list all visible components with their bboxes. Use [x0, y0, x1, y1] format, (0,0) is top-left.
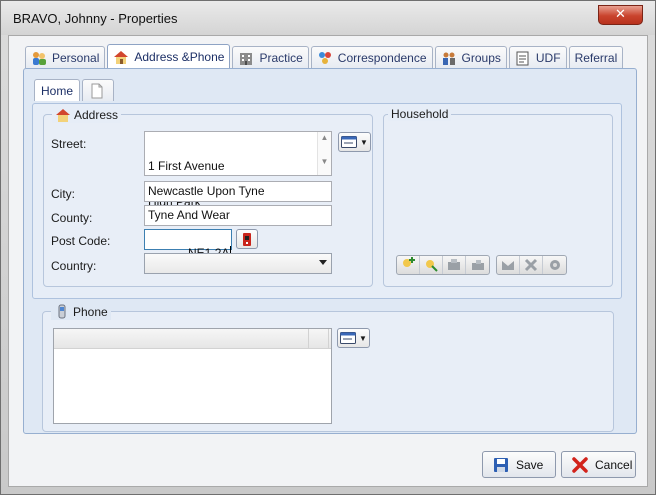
cancel-label: Cancel: [595, 457, 633, 472]
blank-page-icon: [89, 83, 105, 99]
tab-address-phone[interactable]: Address &Phone: [107, 44, 231, 68]
postcode-lookup-button[interactable]: [236, 229, 258, 249]
settings-member-button[interactable]: [543, 256, 566, 274]
street-line-1: 1 First Avenue: [148, 159, 225, 173]
address-subtabs: Home: [34, 79, 116, 101]
postcode-lookup-icon: [243, 232, 251, 246]
save-button[interactable]: Save: [482, 451, 556, 478]
main-tabs: Personal Address &Phone Practice Corresp…: [25, 44, 625, 69]
floppy-disk-icon: [493, 457, 509, 473]
close-icon: [572, 456, 588, 473]
county-label: County:: [51, 211, 93, 225]
split-member-button[interactable]: [520, 256, 543, 274]
address-group: Address Street: 1 First Avenue High Park…: [43, 107, 373, 287]
street-textarea[interactable]: 1 First Avenue High Park ▲ ▼: [144, 131, 332, 208]
address-card-icon: [341, 136, 358, 148]
tab-correspondence[interactable]: Correspondence: [310, 46, 433, 68]
phone-options-button[interactable]: ▼: [337, 328, 370, 348]
chevron-down-icon: ▼: [359, 333, 367, 343]
phone-grid[interactable]: [53, 328, 332, 424]
tab-referral[interactable]: Referral: [568, 46, 624, 68]
phone-legend: Phone: [51, 304, 111, 320]
cancel-button[interactable]: Cancel: [561, 451, 636, 478]
building-icon: [238, 50, 254, 66]
tab-label: Address &Phone: [134, 49, 225, 64]
phone-group: Phone ▼: [42, 304, 614, 432]
tab-label: Personal: [52, 50, 100, 65]
home-subpanel: Address Street: 1 First Avenue High Park…: [32, 103, 622, 299]
phone-icon: [54, 304, 70, 320]
add-member-button[interactable]: [397, 256, 420, 274]
phone-grid-header: [54, 329, 331, 349]
country-select[interactable]: [144, 253, 332, 274]
add-member-icon: [400, 257, 416, 273]
move-member-icon: [500, 257, 516, 273]
correspondence-icon: [317, 50, 333, 66]
tab-groups[interactable]: Groups: [434, 46, 507, 68]
tab-label: Practice: [259, 50, 303, 65]
edit-member-button[interactable]: [443, 256, 466, 274]
street-scrollbar[interactable]: ▲ ▼: [317, 132, 331, 175]
edit-member-icon: [446, 257, 462, 273]
address-phone-panel: Home Address Street: 1 First Avenue High…: [23, 68, 637, 434]
subtab-blank[interactable]: [82, 79, 115, 101]
link-member-button[interactable]: [420, 256, 443, 274]
tab-label: Referral: [574, 50, 618, 65]
save-label: Save: [516, 457, 544, 472]
people-icon: [31, 50, 47, 66]
household-toolbar: [396, 255, 571, 275]
gear-icon: [547, 257, 563, 273]
form-icon: [515, 50, 531, 66]
postcode-label: Post Code:: [51, 234, 111, 248]
tab-label: Correspondence: [337, 50, 427, 65]
house-icon: [55, 107, 71, 123]
address-card-icon: [340, 332, 357, 344]
window-title: BRAVO, Johnny - Properties: [13, 11, 178, 26]
subtab-label: Home: [41, 83, 74, 98]
county-field[interactable]: Tyne And Wear: [144, 205, 332, 226]
tab-personal[interactable]: Personal: [25, 46, 106, 68]
dialog-body: Personal Address &Phone Practice Corresp…: [8, 35, 648, 487]
tab-label: Groups: [461, 50, 501, 65]
chevron-down-icon: ▼: [360, 137, 368, 147]
street-label: Street:: [51, 137, 87, 151]
tab-udf[interactable]: UDF: [508, 46, 567, 68]
house-phone-icon: [113, 49, 129, 65]
remove-member-icon: [470, 257, 486, 273]
group-icon: [441, 50, 457, 66]
address-legend: Address: [52, 107, 122, 123]
title-bar[interactable]: BRAVO, Johnny - Properties ✕: [1, 1, 655, 35]
country-label: Country:: [51, 259, 97, 273]
move-member-button[interactable]: [497, 256, 520, 274]
tab-label: UDF: [535, 50, 561, 65]
properties-window: BRAVO, Johnny - Properties ✕ Personal Ad…: [0, 0, 656, 495]
household-group: Household: [383, 107, 613, 287]
postcode-field[interactable]: NE1 2A: [144, 229, 232, 260]
chevron-down-icon: [319, 260, 327, 265]
remove-member-button[interactable]: [466, 256, 489, 274]
street-options-button[interactable]: ▼: [338, 132, 371, 152]
subtab-home[interactable]: Home: [34, 79, 81, 101]
close-button[interactable]: ✕: [598, 5, 643, 25]
city-field[interactable]: Newcastle Upon Tyne: [144, 181, 332, 202]
city-label: City:: [51, 187, 75, 201]
household-legend: Household: [388, 107, 452, 121]
link-member-icon: [423, 257, 439, 273]
split-member-icon: [523, 257, 539, 273]
tab-practice[interactable]: Practice: [232, 46, 309, 68]
